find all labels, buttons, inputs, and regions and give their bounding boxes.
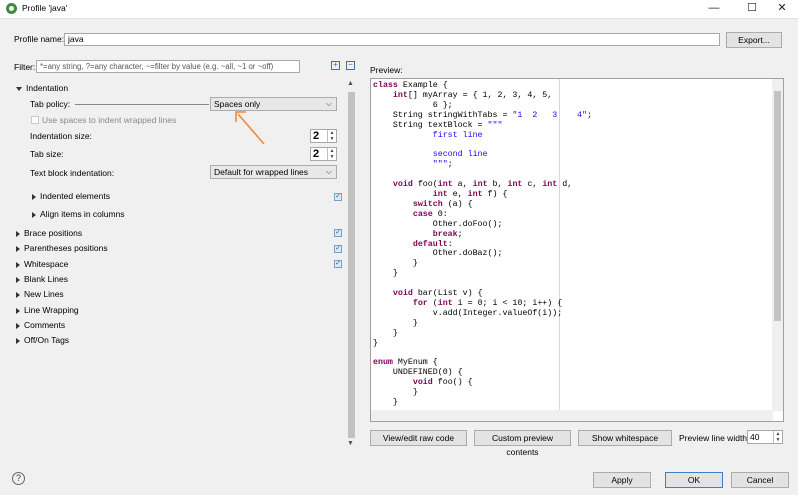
tab-policy-label: Tab policy: [30, 99, 71, 109]
scroll-up-icon[interactable]: ▲ [347, 80, 354, 87]
code-text: class Example { int[] myArray = { 1, 2, … [373, 81, 593, 407]
tab-policy-select[interactable]: Spaces only ⌵ [210, 97, 337, 111]
tree-item-brace-positions[interactable]: Brace positions [16, 226, 82, 240]
decrement-icon[interactable]: ▼ [327, 154, 336, 160]
tree-item-indentation[interactable]: Indentation [16, 81, 68, 95]
chevron-right-icon [32, 211, 36, 218]
view-raw-code-button[interactable]: View/edit raw code [370, 430, 467, 446]
title-bar: Profile 'java' — ☐ ✕ [0, 0, 798, 19]
filter-label: Filter: [14, 62, 36, 72]
scroll-thumb[interactable] [774, 91, 781, 321]
tab-size-label: Tab size: [30, 149, 64, 159]
wrap-spaces-checkbox[interactable] [31, 116, 39, 124]
chevron-right-icon [16, 276, 20, 283]
close-button[interactable]: ✕ [765, 0, 798, 18]
profile-name-input[interactable]: java [64, 33, 720, 46]
tab-policy-guide-line [75, 104, 209, 105]
profile-name-label: Profile name: [14, 34, 65, 44]
decrement-icon[interactable]: ▼ [327, 136, 336, 142]
custom-preview-button[interactable]: Custom preview contents [474, 430, 571, 457]
chevron-right-icon [16, 307, 20, 314]
show-whitespace-button[interactable]: Show whitespace [578, 430, 672, 446]
decrement-icon[interactable]: ▼ [773, 437, 782, 443]
brace-positions-check-icon: ✓ [334, 229, 342, 237]
chevron-right-icon [16, 245, 20, 252]
indented-elements-check-icon: ✓ [334, 193, 342, 201]
export-button[interactable]: Export... [726, 32, 782, 48]
filter-input[interactable]: *=any string, ?=any character, ~=filter … [36, 60, 300, 73]
chevron-right-icon [16, 322, 20, 329]
chevron-down-icon: ⌵ [325, 99, 332, 108]
tab-size-stepper[interactable]: 2 ▲ ▼ [310, 147, 337, 161]
preview-width-label: Preview line width: [679, 433, 750, 443]
text-block-select[interactable]: Default for wrapped lines ⌵ [210, 165, 337, 179]
ok-button[interactable]: OK [665, 472, 723, 488]
chevron-down-icon: ⌵ [325, 167, 332, 176]
apply-button[interactable]: Apply [593, 472, 651, 488]
tree-item-align-items[interactable]: Align items in columns [32, 207, 125, 221]
expand-all-icon[interactable]: + [331, 61, 340, 70]
preview-width-stepper[interactable]: 40 ▲ ▼ [747, 430, 783, 444]
chevron-right-icon [16, 261, 20, 268]
tree-item-new-lines[interactable]: New Lines [16, 287, 64, 301]
whitespace-check-icon: ✓ [334, 260, 342, 268]
preview-label: Preview: [370, 65, 403, 75]
scroll-down-icon[interactable]: ▼ [347, 440, 354, 447]
chevron-right-icon [16, 337, 20, 344]
chevron-right-icon [32, 193, 36, 200]
tree-item-whitespace[interactable]: Whitespace [16, 257, 68, 271]
help-icon[interactable]: ? [12, 472, 25, 485]
preview-horizontal-scrollbar[interactable] [371, 410, 773, 421]
text-block-label: Text block indentation: [30, 168, 115, 178]
code-preview[interactable]: class Example { int[] myArray = { 1, 2, … [370, 78, 784, 422]
chevron-right-icon [16, 291, 20, 298]
indentation-size-label: Indentation size: [30, 131, 92, 141]
tree-item-line-wrapping[interactable]: Line Wrapping [16, 303, 79, 317]
chevron-down-icon [16, 86, 22, 91]
indentation-size-stepper[interactable]: 2 ▲ ▼ [310, 129, 337, 143]
maximize-button[interactable]: ☐ [735, 0, 769, 18]
tree-item-indented-elements[interactable]: Indented elements [32, 189, 110, 203]
collapse-all-icon[interactable]: − [346, 61, 355, 70]
minimize-button[interactable]: — [697, 0, 731, 18]
annotation-arrow-icon [235, 111, 265, 145]
cancel-button[interactable]: Cancel [731, 472, 789, 488]
tree-item-parentheses-positions[interactable]: Parentheses positions [16, 241, 108, 255]
tree-item-comments[interactable]: Comments [16, 318, 65, 332]
wrap-spaces-label: Use spaces to indent wrapped lines [42, 115, 177, 125]
scroll-thumb[interactable] [348, 92, 355, 438]
preview-vertical-scrollbar[interactable] [772, 79, 783, 411]
tree-item-off-on-tags[interactable]: Off/On Tags [16, 333, 69, 347]
chevron-right-icon [16, 230, 20, 237]
window-title: Profile 'java' [22, 3, 68, 13]
tree-item-blank-lines[interactable]: Blank Lines [16, 272, 68, 286]
parentheses-positions-check-icon: ✓ [334, 245, 342, 253]
left-scrollbar[interactable]: ▲ ▼ [346, 80, 356, 452]
app-icon [6, 3, 17, 14]
